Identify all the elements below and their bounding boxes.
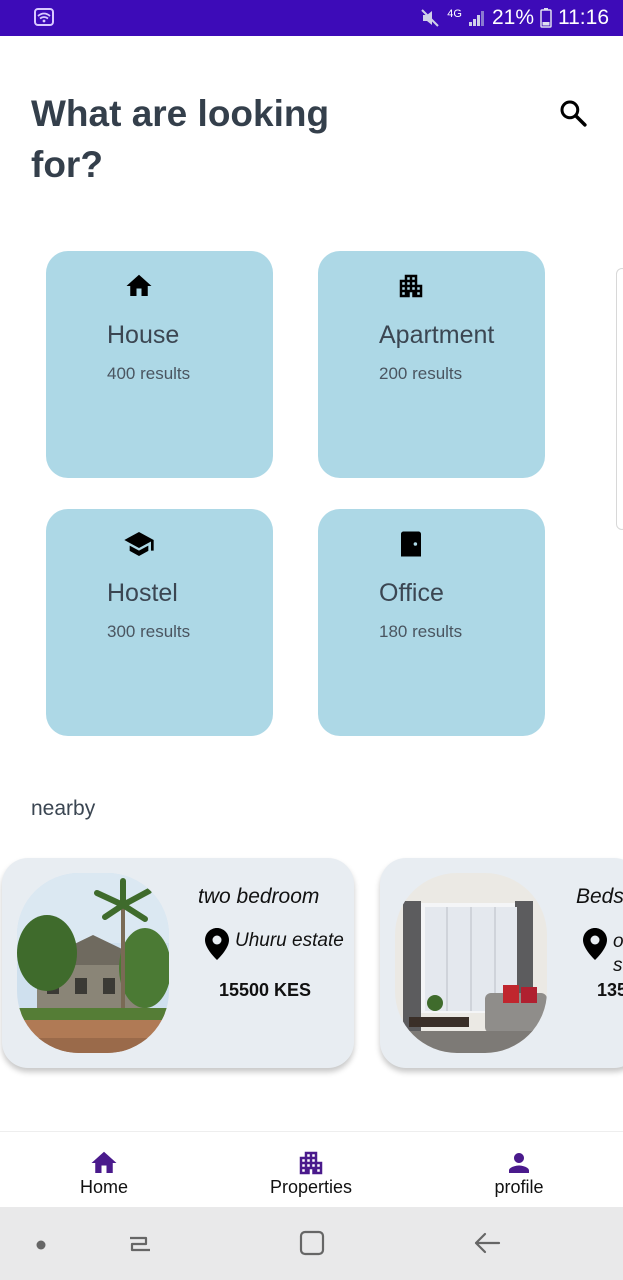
property-photo: [395, 873, 547, 1053]
category-count: 300 results: [107, 622, 191, 641]
battery-icon: [540, 8, 552, 28]
door-icon: [394, 527, 428, 561]
clock: 11:16: [558, 6, 609, 29]
category-card-apartment[interactable]: Apartment 200 results: [318, 251, 545, 478]
category-card-hostel[interactable]: Hostel 300 results: [46, 509, 273, 736]
category-count: 180 results: [379, 622, 463, 641]
wifi-notification-icon: [34, 8, 54, 26]
nav-home[interactable]: Home: [44, 1132, 164, 1208]
signal-icon: [468, 9, 486, 27]
property-card[interactable]: Beds o s 135: [380, 858, 623, 1068]
property-location: Uhuru estate: [235, 930, 344, 951]
search-icon: [558, 98, 588, 133]
category-card-office[interactable]: Office 180 results: [318, 509, 545, 736]
property-title: two bedroom: [198, 885, 320, 908]
page-title: What are looking for?: [31, 93, 330, 185]
category-count: 400 results: [107, 364, 191, 383]
category-name: House: [107, 321, 180, 349]
category-name: Apartment: [379, 321, 495, 349]
property-price: 15500 KES: [219, 980, 312, 1000]
status-bar: 4G 21% 11:16: [0, 0, 623, 36]
nav-profile[interactable]: profile: [459, 1132, 579, 1208]
nav-label: Properties: [269, 1177, 353, 1197]
property-location: o s: [613, 931, 623, 976]
location-pin-icon: [583, 928, 607, 960]
apartment-icon: [394, 269, 428, 303]
school-icon: [122, 527, 156, 561]
back-icon[interactable]: [472, 1228, 502, 1263]
property-price: 135: [597, 980, 623, 1000]
location-pin-icon: [205, 928, 229, 960]
apartment-icon: [296, 1148, 326, 1178]
search-button[interactable]: [554, 96, 592, 134]
network-type: 4G: [447, 7, 462, 20]
mute-icon: [419, 7, 441, 29]
home-icon: [122, 269, 156, 303]
battery-percent: 21%: [491, 6, 534, 29]
property-title: Beds: [576, 885, 623, 908]
home-button-icon[interactable]: [298, 1228, 328, 1263]
bottom-navigation: Home Properties profile: [0, 1131, 623, 1207]
category-count: 200 results: [379, 364, 463, 383]
nav-label: Home: [79, 1177, 128, 1197]
dot-icon[interactable]: [35, 1238, 47, 1256]
system-navigation-bar: [0, 1207, 623, 1280]
nav-properties[interactable]: Properties: [251, 1132, 371, 1208]
recent-apps-icon[interactable]: [124, 1228, 154, 1263]
partial-card-edge: [616, 268, 623, 530]
category-name: Hostel: [107, 579, 178, 607]
category-name: Office: [379, 579, 444, 607]
nearby-heading: nearby: [31, 797, 96, 820]
category-card-house[interactable]: House 400 results: [46, 251, 273, 478]
nav-label: profile: [494, 1177, 544, 1197]
property-card[interactable]: two bedroom Uhuru estate 15500 KES: [2, 858, 354, 1068]
home-icon: [89, 1148, 119, 1178]
person-icon: [504, 1148, 534, 1178]
property-photo: [17, 873, 169, 1053]
